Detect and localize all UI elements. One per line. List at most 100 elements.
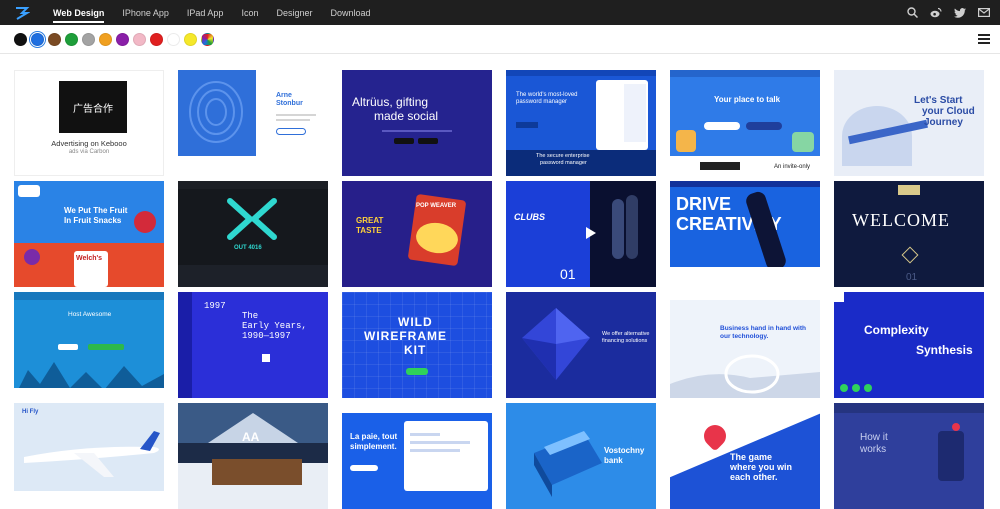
card-game-win[interactable]: The game where you win each other. — [670, 403, 820, 509]
card-altruus[interactable]: Altrüus, gifting made social — [342, 70, 492, 176]
card-title-line: Synthesis — [916, 343, 973, 357]
card-alternative-financing[interactable]: We offer alternative financing solutions — [506, 292, 656, 398]
card-title-line: How it — [860, 432, 888, 443]
hamburger-menu-icon[interactable] — [978, 34, 990, 44]
card-title-line: La paie, tout — [350, 432, 398, 441]
card-title-line: simplement. — [350, 442, 397, 451]
card-title-line: We Put The Fruit — [64, 206, 128, 215]
top-nav: Web Design IPhone App IPad App Icon Desi… — [0, 0, 1000, 25]
card-title-line: Arne — [276, 92, 292, 99]
color-swatch-purple[interactable] — [116, 33, 129, 46]
card-your-place-to-talk[interactable]: Your place to talk An invite-only — [670, 70, 820, 176]
color-swatches — [14, 33, 214, 46]
card-title-line: Let's Start — [914, 95, 963, 106]
color-swatch-yellow[interactable] — [184, 33, 197, 46]
card-title-line: Stonbur — [276, 100, 303, 107]
card-cloud-journey[interactable]: Let's Start your Cloud Journey — [834, 70, 984, 176]
play-icon[interactable] — [586, 227, 596, 239]
card-fruit-snacks[interactable]: We Put The Fruit In Fruit Snacks Welch's — [14, 181, 164, 287]
card-airline[interactable]: Hi Fly — [14, 403, 164, 509]
logo-icon[interactable] — [12, 4, 32, 22]
card-title-line: 01 — [560, 266, 576, 282]
search-icon[interactable] — [906, 7, 918, 19]
nav-download[interactable]: Download — [321, 0, 379, 25]
ad-image[interactable]: 广告合作 — [59, 81, 127, 133]
card-title-line: Altrüus, gifting — [352, 95, 429, 109]
twitter-icon[interactable] — [954, 7, 966, 19]
card-architecture-snow[interactable]: AA — [178, 403, 328, 509]
nav-designer[interactable]: Designer — [267, 0, 321, 25]
card-title-line: WILD — [398, 315, 433, 329]
card-title-line: Business hand in hand with — [720, 325, 806, 332]
card-title-line: your Cloud — [922, 106, 975, 117]
ad-subtitle: ads via Carbon — [68, 149, 110, 155]
color-swatch-gray[interactable] — [82, 33, 95, 46]
color-swatch-blue[interactable] — [31, 33, 44, 46]
mail-icon[interactable] — [978, 7, 990, 19]
main-nav: Web Design IPhone App IPad App Icon Desi… — [44, 0, 380, 25]
card-title-line: financing solutions — [602, 338, 648, 344]
color-filter-bar — [0, 25, 1000, 54]
weibo-icon[interactable] — [930, 7, 942, 19]
color-swatch-pink[interactable] — [133, 33, 146, 46]
card-how-it-works[interactable]: How it works — [834, 403, 984, 509]
card-title-line: In Fruit Snacks — [64, 216, 122, 225]
card-title-line: WELCOME — [852, 210, 950, 230]
color-swatch-rainbow[interactable] — [201, 33, 214, 46]
design-grid: 广告合作 Advertising on Kebooo ads via Carbo… — [14, 70, 984, 509]
color-swatch-brown[interactable] — [48, 33, 61, 46]
card-title-line: Journey — [924, 117, 963, 128]
ad-card[interactable]: 广告合作 Advertising on Kebooo ads via Carbo… — [14, 70, 164, 176]
card-title-line: Complexity — [864, 323, 929, 337]
card-wireframe-kit[interactable]: WILD WIREFRAME KIT — [342, 292, 492, 398]
card-early-years[interactable]: 1997 The Early Years, 1990—1997 — [178, 292, 328, 398]
card-title-line: made social — [374, 109, 439, 123]
card-title-line: Hi Fly — [22, 409, 39, 415]
card-arne-stonbur[interactable]: Arne Stonbur — [178, 70, 328, 176]
card-hosting-cloud[interactable]: Host Awesome — [14, 292, 164, 398]
card-vostochny-bank[interactable]: Vostochny bank — [506, 403, 656, 509]
card-title-line: TASTE — [356, 226, 382, 235]
card-title-line: works — [860, 444, 887, 455]
ad-title[interactable]: Advertising on Kebooo — [15, 139, 163, 148]
card-title-line: bank — [604, 456, 623, 465]
card-dark-x[interactable]: OUT 4016 — [178, 181, 328, 287]
card-title-line: AA — [242, 430, 260, 444]
card-title-line: each other. — [730, 472, 778, 482]
card-title-line: our technology. — [720, 333, 769, 340]
card-drive-creativity[interactable]: DRIVE CREATIVITY — [670, 181, 820, 287]
card-title-line: Host Awesome — [68, 311, 112, 318]
card-title-line: The world's most-loved — [516, 92, 578, 98]
nav-web-design[interactable]: Web Design — [44, 0, 113, 25]
color-swatch-green[interactable] — [65, 33, 78, 46]
card-title-line: GREAT — [356, 216, 384, 225]
color-swatch-black[interactable] — [14, 33, 27, 46]
card-title-line: CLUBS — [514, 212, 545, 222]
card-title-line: Your place to talk — [714, 95, 781, 104]
card-clubs[interactable]: CLUBS 01 — [506, 181, 656, 287]
card-business-hand[interactable]: Business hand in hand with our technolog… — [670, 292, 820, 398]
card-complexity-synthesis[interactable]: Complexity Synthesis — [834, 292, 984, 398]
card-title-line: OUT 4016 — [234, 245, 262, 251]
card-title-line: 1990—1997 — [242, 331, 291, 341]
card-title-line: The secure enterprise — [536, 153, 590, 159]
nav-right-icons — [906, 0, 990, 25]
card-great-taste[interactable]: GREAT TASTE POP WEAVER — [342, 181, 492, 287]
color-swatch-red[interactable] — [150, 33, 163, 46]
card-title-line: password manager — [516, 99, 568, 105]
card-title-line: An invite-only — [774, 164, 811, 170]
card-title-line: 1997 — [204, 301, 226, 311]
nav-icon[interactable]: Icon — [232, 0, 267, 25]
card-title-line: WIREFRAME — [364, 329, 447, 343]
card-title-line: KIT — [404, 343, 427, 357]
card-title-line: We offer alternative — [602, 331, 650, 337]
card-title-line: password manager — [540, 160, 587, 166]
nav-ipad-app[interactable]: IPad App — [178, 0, 233, 25]
card-la-paie[interactable]: La paie, tout simplement. — [342, 403, 492, 509]
nav-iphone-app[interactable]: IPhone App — [113, 0, 178, 25]
card-welcome[interactable]: WELCOME 01 — [834, 181, 984, 287]
card-password-manager[interactable]: The world's most-loved password manager … — [506, 70, 656, 176]
color-swatch-orange[interactable] — [99, 33, 112, 46]
color-swatch-white[interactable] — [167, 33, 180, 46]
card-title-line: 01 — [906, 272, 918, 283]
